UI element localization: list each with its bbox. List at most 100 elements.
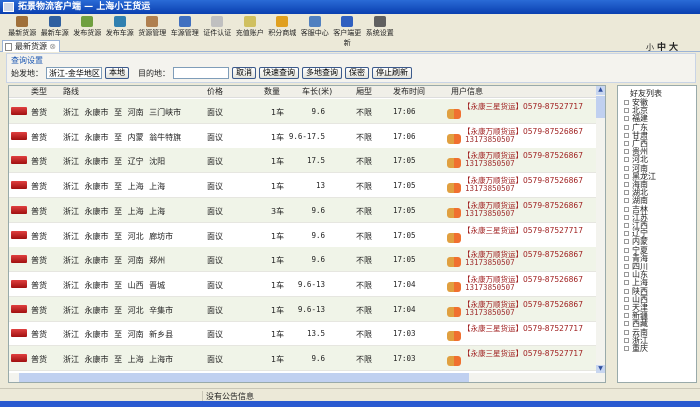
- table-row[interactable]: 普货 浙江 永康市 至 河南 三门峡市 面议 1车 9.6 不限 17:06 【…: [9, 99, 597, 124]
- origin-input[interactable]: [46, 67, 102, 79]
- table-row[interactable]: 普货 浙江 永康市 至 河南 郑州 面议 1车 9.6 不限 17:05 【永康…: [9, 247, 597, 273]
- user-icon[interactable]: [447, 331, 461, 342]
- cell-route: 浙江 永康市 至 辽宁 沈阳: [63, 157, 166, 167]
- cell-phone: 13173850507: [465, 134, 515, 144]
- toolbar-button[interactable]: 积分商城: [266, 14, 299, 39]
- cell-price: 面议: [207, 182, 223, 192]
- cell-price: 面议: [207, 355, 223, 364]
- cell-length: 9.6-13: [297, 304, 325, 314]
- cell-type: 普货: [31, 108, 47, 117]
- user-icon[interactable]: [447, 306, 461, 317]
- toolbar-icon: [178, 16, 191, 27]
- cancel-button[interactable]: 取消: [232, 67, 256, 79]
- cell-type: 普货: [31, 355, 47, 364]
- header-type[interactable]: 类型: [31, 86, 47, 97]
- cell-type: 普货: [31, 206, 47, 216]
- friend-group-label: 重庆: [632, 344, 648, 353]
- font-small-button[interactable]: 小: [646, 43, 654, 52]
- scroll-up-icon[interactable]: ▲: [596, 86, 605, 95]
- toolbar-button[interactable]: 系统设置: [364, 14, 397, 39]
- expand-icon[interactable]: [624, 346, 629, 351]
- toolbar-button[interactable]: 发布车源: [104, 14, 137, 39]
- user-icon[interactable]: [447, 281, 461, 292]
- header-route[interactable]: 路线: [63, 86, 79, 97]
- stop-refresh-button[interactable]: 停止刷新: [372, 67, 412, 79]
- status-bar: 没有公告信息: [0, 388, 700, 402]
- table-row[interactable]: 普货 浙江 永康市 至 上海 上海 面议 3车 9.6 不限 17:05 【永康…: [9, 197, 597, 223]
- tab-latest-cargo[interactable]: 最新货源 ⊗: [2, 40, 60, 52]
- cell-time: 17:03: [393, 329, 416, 339]
- local-button[interactable]: 本地: [105, 67, 129, 79]
- vertical-scrollbar[interactable]: ▲ ▼: [596, 86, 605, 374]
- scroll-thumb[interactable]: [596, 96, 605, 118]
- font-medium-button[interactable]: 中: [657, 43, 666, 53]
- header-user[interactable]: 用户信息: [451, 86, 483, 97]
- toolbar-button[interactable]: 证件认证: [201, 14, 234, 39]
- new-badge-icon: [11, 156, 27, 165]
- cell-phone: 13173850507: [465, 208, 515, 218]
- friend-list: 好友列表 安徽 北京 福建 广东 甘肃 广西 贵州 河北 河南 黑龙江 海南 湖北 湖南 吉林 江苏 江西 辽宁…: [617, 85, 697, 383]
- toolbar-icon: [211, 16, 224, 27]
- cell-type: 普货: [31, 231, 47, 241]
- user-icon[interactable]: [447, 232, 461, 243]
- cell-length: 13: [315, 181, 325, 191]
- horizontal-scrollbar[interactable]: [9, 373, 605, 382]
- new-badge-icon: [11, 181, 27, 190]
- user-icon[interactable]: [447, 133, 461, 144]
- header-time[interactable]: 发布时间: [393, 86, 425, 97]
- user-icon[interactable]: [447, 257, 461, 268]
- cell-kind: 不限: [356, 330, 372, 340]
- font-large-button[interactable]: 大: [669, 43, 678, 53]
- header-count[interactable]: 数量: [264, 86, 280, 97]
- toolbar-button[interactable]: 充值账户: [234, 14, 267, 39]
- cell-count: 1车: [271, 330, 285, 340]
- table-row[interactable]: 普货 浙江 永康市 至 河北 廊坊市 面议 1车 9.6 不限 17:05 【永…: [9, 223, 597, 248]
- toolbar-button[interactable]: 客服中心: [299, 14, 332, 39]
- cell-time: 17:05: [393, 205, 416, 215]
- cell-type: 普货: [31, 280, 47, 290]
- toolbar-button[interactable]: 车源管理: [169, 14, 202, 39]
- toolbar-button[interactable]: 发布货源: [71, 14, 104, 39]
- cell-time: 17:04: [393, 304, 416, 314]
- toolbar-button[interactable]: 最新货源: [6, 14, 39, 39]
- user-icon[interactable]: [447, 158, 461, 169]
- cell-price: 面议: [207, 206, 223, 216]
- cell-user: 【永康三星货运】0579-87527717: [463, 225, 583, 235]
- friend-group-item[interactable]: 重庆: [624, 343, 648, 354]
- toolbar-label: 客服中心: [300, 29, 329, 37]
- table-row[interactable]: 普货 浙江 永康市 至 山西 晋城 面议 1车 9.6-13 不限 17:04 …: [9, 272, 597, 297]
- user-icon[interactable]: [447, 356, 461, 366]
- cell-price: 面议: [207, 132, 223, 142]
- table-row[interactable]: 普货 浙江 永康市 至 内蒙 翁牛特旗 面议 1车 9.6-17.5 不限 17…: [9, 124, 597, 149]
- close-tab-icon[interactable]: ⊗: [49, 41, 56, 52]
- header-price[interactable]: 价格: [207, 86, 223, 97]
- table-row[interactable]: 普货 浙江 永康市 至 河南 新乡县 面议 1车 13.5 不限 17:03 【…: [9, 321, 597, 347]
- user-icon[interactable]: [447, 207, 461, 218]
- table-row[interactable]: 普货 浙江 永康市 至 上海 上海市 面议 1车 9.6 不限 17:03 【永…: [9, 346, 597, 371]
- table-row[interactable]: 普货 浙江 永康市 至 上海 上海 面议 1车 13 不限 17:05 【永康万…: [9, 173, 597, 199]
- header-kind[interactable]: 厢型: [356, 86, 372, 97]
- quick-search-button[interactable]: 快速查询: [259, 67, 299, 79]
- table-row[interactable]: 普货 浙江 永康市 至 河北 辛集市 面议 1车 9.6-13 不限 17:04…: [9, 296, 597, 322]
- cell-type: 普货: [31, 132, 47, 142]
- scroll-thumb[interactable]: [19, 373, 469, 382]
- toolbar-button[interactable]: 最新车源: [39, 14, 72, 39]
- user-icon[interactable]: [447, 109, 461, 119]
- table-row[interactable]: 普货 浙江 永康市 至 辽宁 沈阳 面议 1车 17.5 不限 17:05 【永…: [9, 148, 597, 174]
- toolbar-label: 最新货源: [8, 29, 37, 37]
- cell-length: 13.5: [306, 329, 325, 339]
- private-button[interactable]: 保密: [345, 67, 369, 79]
- toolbar-icon: [146, 16, 159, 27]
- cell-type: 普货: [31, 305, 47, 315]
- toolbar-button[interactable]: 客户端更新: [331, 14, 364, 47]
- toolbar-button[interactable]: 货源管理: [136, 14, 169, 39]
- cell-type: 普货: [31, 182, 47, 192]
- cell-time: 17:03: [393, 354, 416, 363]
- destination-input[interactable]: [173, 67, 229, 79]
- user-icon[interactable]: [447, 183, 461, 194]
- multi-search-button[interactable]: 多地查询: [302, 67, 342, 79]
- header-length[interactable]: 车长(米): [302, 86, 332, 97]
- origin-label: 始发地：: [11, 68, 43, 78]
- toolbar-icon: [341, 16, 354, 27]
- cell-time: 17:05: [393, 156, 416, 166]
